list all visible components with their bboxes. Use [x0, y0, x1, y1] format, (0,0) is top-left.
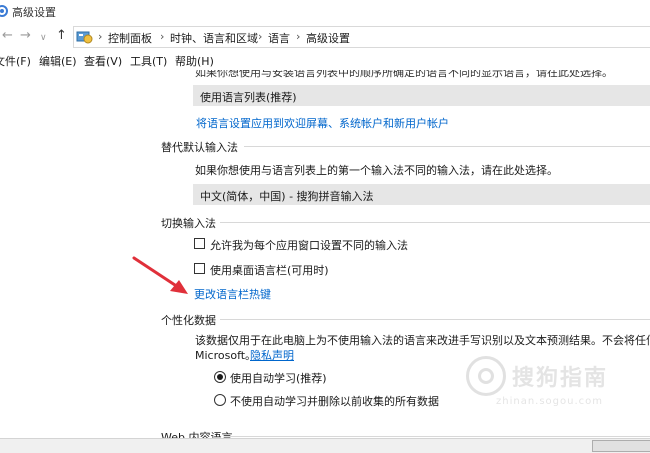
breadcrumb-separator: › — [258, 30, 263, 43]
personalization-heading: 个性化数据 — [161, 314, 216, 327]
menu-tools[interactable]: 工具(T) — [130, 53, 167, 69]
no-auto-learning-option[interactable]: 不使用自动学习并删除以前收集的所有数据 — [214, 393, 439, 408]
up-arrow-icon[interactable]: ↑ — [56, 28, 67, 44]
breadcrumb-clock-language-region[interactable]: 时钟、语言和区域 — [170, 30, 258, 46]
desktop-language-bar-label: 使用桌面语言栏(可用时) — [210, 264, 329, 277]
display-language-description: 如果你想使用与安装语言列表中的顺序所确定的语言不同的显示语言，请在此处选择。 — [195, 70, 613, 79]
desktop-language-bar-option[interactable]: 使用桌面语言栏(可用时) — [194, 262, 354, 277]
per-app-input-label: 允许我为每个应用窗口设置不同的输入法 — [210, 239, 408, 252]
section-divider — [220, 222, 650, 223]
recent-locations-chevron-icon[interactable]: ∨ — [40, 30, 47, 46]
section-divider — [220, 319, 650, 320]
settings-content: 如果你想使用与安装语言列表中的顺序所确定的语言不同的显示语言，请在此处选择。 使… — [0, 70, 650, 452]
back-arrow-icon[interactable]: ← — [2, 28, 13, 44]
section-divider — [244, 146, 650, 147]
navigation-bar: ← → ∨ ↑ › 控制面板 › 时钟、语言和区域 › 语言 › 高级设置 — [0, 22, 650, 50]
apply-language-settings-link[interactable]: 将语言设置应用到欢迎屏幕、系统帐户和新用户帐户 — [196, 115, 449, 131]
default-input-method-selected: 中文(简体，中国) - 搜狗拼音输入法 — [200, 190, 374, 203]
override-input-description: 如果你想使用与语言列表上的第一个输入法不同的输入法，请在此处选择。 — [195, 164, 558, 177]
section-divider — [230, 436, 650, 437]
change-language-bar-hotkeys-link[interactable]: 更改语言栏热键 — [194, 286, 271, 302]
auto-learning-option[interactable]: 使用自动学习(推荐) — [214, 370, 327, 385]
title-bar: 高级设置 — [0, 0, 650, 22]
override-input-heading: 替代默认输入法 — [161, 141, 238, 154]
switch-input-heading: 切换输入法 — [161, 217, 216, 230]
privacy-statement-link[interactable]: 隐私声明 — [250, 347, 294, 363]
no-auto-learning-label: 不使用自动学习并删除以前收集的所有数据 — [230, 395, 439, 408]
breadcrumb-advanced-settings[interactable]: 高级设置 — [306, 30, 350, 46]
radio-selected-dot — [217, 374, 223, 380]
breadcrumb-separator: › — [296, 30, 301, 43]
per-app-input-checkbox[interactable] — [194, 238, 205, 249]
personalization-microsoft: Microsoft。 — [195, 349, 257, 362]
default-input-method-dropdown[interactable]: 中文(简体，中国) - 搜狗拼音输入法 — [193, 184, 650, 205]
menu-edit[interactable]: 编辑(E) — [39, 53, 77, 69]
bottom-button-bar — [0, 438, 650, 453]
personalization-description: 该数据仅用于在此电脑上为不使用输入法的语言来改进手写识别以及文本预测结果。不会将… — [195, 334, 650, 347]
menu-view[interactable]: 查看(V) — [84, 53, 122, 69]
auto-learning-label: 使用自动学习(推荐) — [230, 372, 327, 385]
breadcrumb-language[interactable]: 语言 — [268, 30, 290, 46]
menu-file[interactable]: 文件(F) — [0, 53, 31, 69]
desktop-language-bar-checkbox[interactable] — [194, 263, 205, 274]
breadcrumb-separator: › — [160, 30, 165, 43]
menu-help[interactable]: 帮助(H) — [175, 53, 214, 69]
breadcrumb-separator: › — [98, 30, 103, 43]
settings-icon — [0, 5, 8, 17]
breadcrumb-control-panel[interactable]: 控制面板 — [108, 30, 152, 46]
window-title: 高级设置 — [12, 6, 56, 19]
save-button[interactable] — [592, 440, 650, 452]
auto-learning-radio[interactable] — [214, 371, 226, 383]
menu-bar: 文件(F) 编辑(E) 查看(V) 工具(T) 帮助(H) — [0, 50, 650, 70]
forward-arrow-icon[interactable]: → — [20, 28, 31, 44]
no-auto-learning-radio[interactable] — [214, 394, 226, 406]
per-app-input-option[interactable]: 允许我为每个应用窗口设置不同的输入法 — [194, 237, 414, 252]
display-language-selected: 使用语言列表(推荐) — [200, 91, 297, 104]
display-language-dropdown[interactable]: 使用语言列表(推荐) — [193, 85, 650, 106]
control-panel-icon — [76, 31, 93, 44]
address-bar[interactable]: › 控制面板 › 时钟、语言和区域 › 语言 › 高级设置 — [73, 26, 650, 48]
